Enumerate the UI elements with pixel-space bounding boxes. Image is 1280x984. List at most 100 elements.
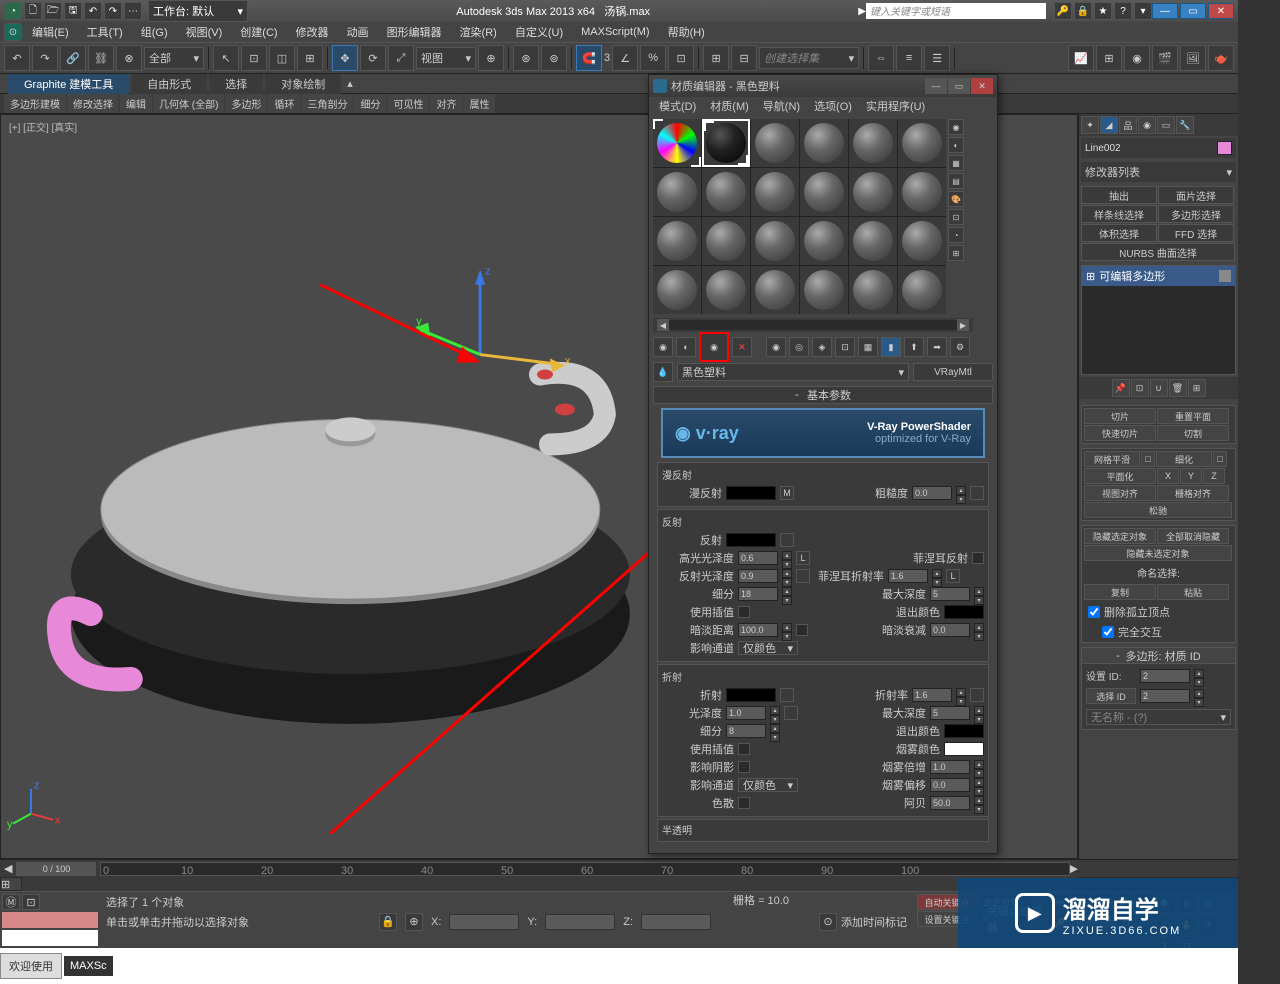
object-name-input[interactable] [1085, 143, 1217, 154]
me-sample-type-icon[interactable]: ◉ [948, 119, 964, 135]
modifier-list-dropdown[interactable]: 修改器列表▾ [1081, 162, 1236, 182]
get-mat-icon[interactable]: ◉ [653, 337, 673, 357]
config-icon[interactable]: ⊞ [1188, 379, 1206, 397]
me-uv-icon[interactable]: ▤ [948, 173, 964, 189]
track-toggle[interactable]: ⊞ [1, 878, 21, 890]
abbe-spinner[interactable]: 50.0 [930, 796, 970, 810]
tb-ico5[interactable]: ▾ [1134, 2, 1152, 20]
app-icon[interactable]: ◔ [4, 2, 22, 20]
msmooth-btn[interactable]: 网格平滑 [1084, 451, 1140, 467]
region-btn[interactable]: ◫ [269, 45, 295, 71]
me-select-icon[interactable]: ◔ [948, 227, 964, 243]
nurbs-btn[interactable]: NURBS 曲面选择 [1081, 243, 1235, 261]
time-ruler[interactable]: 0102030405060708090100 [100, 862, 1069, 876]
rdepth-spinner[interactable]: 5 [930, 587, 970, 601]
pin-stack-icon[interactable]: 📌 [1112, 379, 1130, 397]
stack-item[interactable]: ⊞可编辑多边形 [1082, 266, 1235, 286]
setid-spinner[interactable]: 2 [1140, 669, 1190, 683]
menu-help[interactable]: 帮助(H) [660, 22, 713, 42]
mat-slot-23[interactable] [849, 266, 897, 314]
me-bg-icon[interactable]: ▦ [948, 155, 964, 171]
raffect-dd[interactable]: 仅颜色▾ [738, 641, 798, 655]
mat-slot-15[interactable] [751, 217, 799, 265]
mat-editor-btn[interactable]: ◉ [1124, 45, 1150, 71]
menu-modifiers[interactable]: 修改器 [288, 22, 337, 42]
me-scroll-left[interactable]: ◀ [657, 319, 669, 331]
mat-slot-2[interactable] [702, 119, 750, 167]
fogbias-spinner[interactable]: 0.0 [930, 778, 970, 792]
coord-sys-dropdown[interactable]: 视图▾ [416, 47, 476, 69]
fogmult-spinner[interactable]: 1.0 [930, 760, 970, 774]
ior-map[interactable] [970, 688, 984, 702]
menu-create[interactable]: 创建(C) [232, 22, 285, 42]
me-vid-icon[interactable]: 🎨 [948, 191, 964, 207]
chk-iso-verts[interactable] [1088, 606, 1100, 618]
render-btn[interactable]: 🫖 [1208, 45, 1234, 71]
selbtn-1[interactable]: 面片选择 [1158, 186, 1234, 204]
y-coord[interactable] [545, 914, 615, 930]
menu-edit[interactable]: 编辑(E) [24, 22, 77, 42]
menu-animation[interactable]: 动画 [339, 22, 377, 42]
rotate-btn[interactable]: ⟳ [360, 45, 386, 71]
me-opts-icon[interactable]: ⚙ [950, 337, 970, 357]
new-icon[interactable]: 🗋 [24, 2, 42, 20]
me-titlebar[interactable]: 材质编辑器 - 黑色塑料 — ▭ ✕ [649, 75, 997, 97]
named-sel-btn2[interactable]: ⊟ [731, 45, 757, 71]
go-parent-icon[interactable]: ⬆ [904, 337, 924, 357]
mat-id-icon[interactable]: ⊡ [835, 337, 855, 357]
z-coord[interactable] [641, 914, 711, 930]
relax-btn[interactable]: 松驰 [1084, 502, 1232, 518]
hilight-lock[interactable]: L [796, 551, 810, 565]
rb2-3[interactable]: 几何体 (全部) [153, 94, 224, 113]
msmooth-opt[interactable]: □ [1141, 451, 1155, 467]
rgloss-spinner[interactable]: 0.9 [738, 569, 778, 583]
scale-btn[interactable]: ⤢ [388, 45, 414, 71]
keyshot-btn[interactable]: ⊚ [541, 45, 567, 71]
select-name-btn[interactable]: ⊡ [241, 45, 267, 71]
snap-btn[interactable]: 🧲 [576, 45, 602, 71]
fdepth-spinner[interactable]: 5 [930, 706, 970, 720]
rb2-1[interactable]: 修改选择 [67, 94, 119, 113]
rinterp-chk[interactable] [738, 606, 750, 618]
move-btn[interactable]: ✥ [332, 45, 358, 71]
affshadow-chk[interactable] [738, 761, 750, 773]
mat-slot-21[interactable] [751, 266, 799, 314]
menu-render[interactable]: 渲染(R) [452, 22, 505, 42]
mat-slot-5[interactable] [849, 119, 897, 167]
spinner-snap-btn[interactable]: ⊡ [668, 45, 694, 71]
rendered-frame-btn[interactable]: 🖼 [1180, 45, 1206, 71]
diffuse-map-btn[interactable]: M [780, 486, 794, 500]
ribbon-tab-paint[interactable]: 对象绘制 [265, 74, 341, 94]
cut-btn[interactable]: 切割 [1157, 425, 1229, 441]
me-min-btn[interactable]: — [925, 78, 947, 94]
selbtn-2[interactable]: 样条线选择 [1081, 205, 1157, 223]
rb2-8[interactable]: 可见性 [387, 94, 429, 113]
basic-params-head[interactable]: - 基本参数 [653, 386, 993, 404]
paste-btn[interactable]: 粘贴 [1157, 584, 1229, 600]
bind-btn[interactable]: ⊗ [116, 45, 142, 71]
align-btn[interactable]: ≡ [896, 45, 922, 71]
tb-ico3[interactable]: ★ [1094, 2, 1112, 20]
mat-slot-3[interactable] [751, 119, 799, 167]
selid-spinner[interactable]: 2 [1140, 689, 1190, 703]
selbtn-0[interactable]: 抽出 [1081, 186, 1157, 204]
me-matmap-icon[interactable]: ⊞ [948, 245, 964, 261]
make-copy-icon[interactable]: ◉ [766, 337, 786, 357]
timeline[interactable]: ◀ 0 / 100 0102030405060708090100 ▶ [0, 859, 1238, 877]
mat-slot-14[interactable] [702, 217, 750, 265]
save-icon[interactable]: 🖫 [64, 2, 82, 20]
named-sel-btn[interactable]: ⊞ [703, 45, 729, 71]
rgloss-map[interactable] [796, 569, 810, 583]
pct-snap-btn[interactable]: % [640, 45, 666, 71]
ribbon-tab-select[interactable]: 选择 [209, 74, 263, 94]
hide-sel-btn[interactable]: 隐藏选定对象 [1084, 528, 1156, 544]
sel-filter-dropdown[interactable]: 全部▾ [144, 47, 204, 69]
reset-plane-btn[interactable]: 重置平面 [1157, 408, 1229, 424]
refract-map[interactable] [780, 688, 794, 702]
mat-slot-20[interactable] [702, 266, 750, 314]
show-end-icon[interactable]: ⊡ [1131, 379, 1149, 397]
x-coord[interactable] [449, 914, 519, 930]
diffuse-swatch[interactable] [726, 486, 776, 500]
go-sibling-icon[interactable]: ➡ [927, 337, 947, 357]
pick-mat-icon[interactable]: 💧 [653, 362, 673, 382]
